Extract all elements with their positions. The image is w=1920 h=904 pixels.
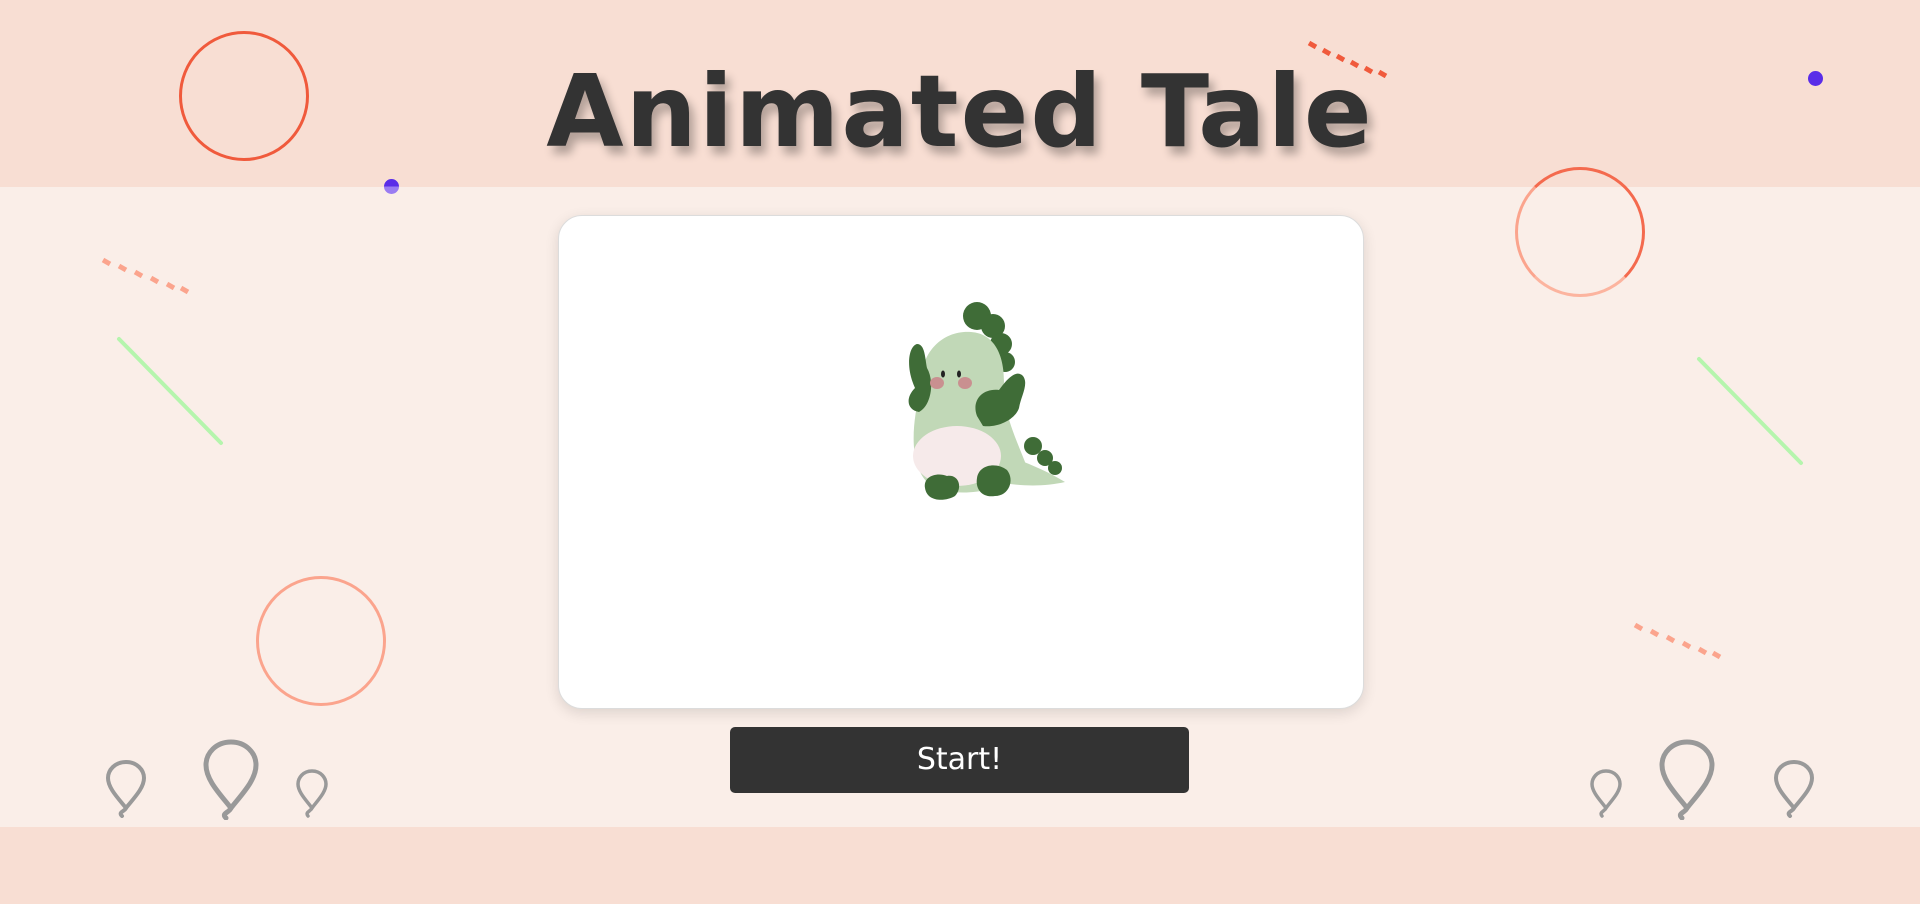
dinosaur-illustration <box>908 302 1065 500</box>
decor-dash-stripe <box>101 257 190 295</box>
page-title: Animated Tale <box>546 53 1374 170</box>
story-card <box>558 215 1364 709</box>
balloon-icon <box>1773 759 1815 818</box>
balloon-icon <box>1659 739 1715 820</box>
decor-dash-stripe <box>1633 622 1722 660</box>
balloon-icon <box>105 759 147 818</box>
decor-green-line <box>117 337 223 445</box>
balloon-icon <box>296 769 328 818</box>
balloon-icon <box>1590 769 1622 818</box>
balloon-icon <box>203 739 259 820</box>
footer-band <box>0 827 1920 904</box>
decor-ring <box>1515 167 1645 297</box>
decor-ring <box>256 576 386 706</box>
decor-green-line <box>1697 357 1803 465</box>
decor-dot <box>384 179 399 194</box>
start-button[interactable]: Start! <box>730 727 1189 793</box>
